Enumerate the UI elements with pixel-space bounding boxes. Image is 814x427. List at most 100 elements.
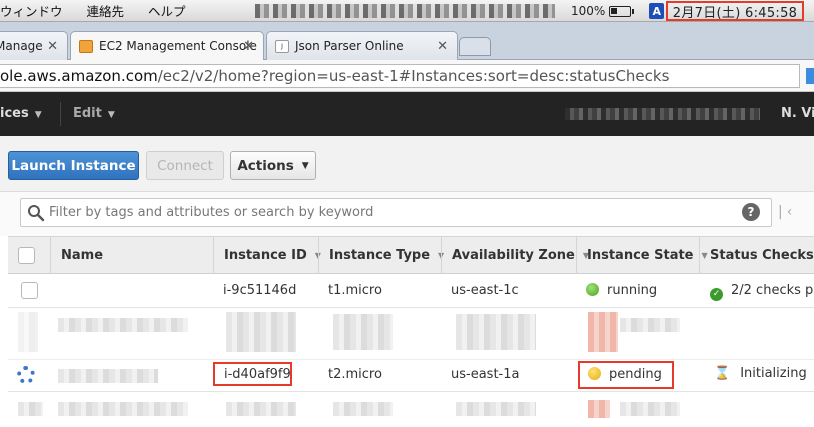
tab-manage[interactable]: Manage ✕	[0, 31, 68, 60]
row-checkbox[interactable]	[21, 282, 38, 299]
filter-row: Filter by tags and attributes or search …	[0, 192, 814, 236]
redacted-menubar-icons	[255, 4, 555, 18]
redacted-cell	[620, 318, 680, 332]
nav-divider	[60, 102, 61, 126]
col-instance-state[interactable]: Instance State ▼	[576, 237, 708, 274]
redacted-name	[58, 369, 158, 383]
tab-label: EC2 Management Console	[99, 39, 257, 53]
new-tab-button[interactable]	[459, 37, 491, 56]
hourglass-icon: ⌛	[714, 366, 731, 381]
chevron-down-icon: ▼	[34, 110, 42, 120]
col-name-label: Name	[61, 248, 104, 263]
services-label: ices	[0, 106, 29, 121]
first-page-icon[interactable]: |‹	[778, 204, 796, 220]
instances-table-header: Name Instance ID ▼ Instance Type ▼ Availab…	[8, 236, 814, 274]
availability-zone: us-east-1c	[451, 283, 519, 298]
state-label: running	[607, 283, 658, 298]
menu-window[interactable]: ウィンドウ	[0, 1, 63, 20]
tab-ec2-console[interactable]: EC2 Management Console ✕	[70, 31, 264, 60]
battery-percent: 100%	[571, 4, 606, 18]
redacted-cell	[58, 402, 188, 416]
actions-label: Actions	[237, 157, 294, 174]
search-icon	[28, 205, 45, 222]
launch-instance-button[interactable]: Launch Instance	[8, 151, 139, 180]
status-checks: ⌛ Initializing	[714, 366, 807, 381]
redacted-rows	[8, 392, 814, 427]
select-all-cell	[8, 237, 50, 274]
check-icon: ✓	[710, 288, 723, 301]
redacted-cell	[456, 314, 536, 350]
chevron-down-icon: ▼	[301, 160, 309, 171]
menubar-status-area: 100% A	[571, 0, 665, 22]
connect-button: Connect	[146, 151, 224, 180]
filter-placeholder: Filter by tags and attributes or search …	[49, 205, 374, 220]
col-state-label: Instance State	[587, 248, 694, 263]
close-tab-icon[interactable]: ✕	[47, 39, 58, 54]
url-host: ole.aws.amazon.com	[0, 67, 158, 85]
instance-state-highlight	[578, 361, 674, 389]
services-menu[interactable]: ices ▼	[0, 106, 42, 121]
redacted-cell	[588, 312, 618, 352]
menu-help[interactable]: ヘルプ	[148, 1, 186, 20]
menubar-clock[interactable]: 2月7日(土) 6:45:58	[666, 1, 804, 21]
col-instance-type-label: Instance Type	[329, 248, 431, 263]
instance-id-highlight	[213, 362, 292, 386]
instance-type: t2.micro	[328, 367, 382, 382]
actions-dropdown[interactable]: Actions ▼	[230, 151, 316, 180]
close-tab-icon[interactable]: ✕	[243, 39, 254, 54]
address-bar-row: ole.aws.amazon.com/ec2/v2/home?region=us…	[0, 60, 814, 92]
filter-input[interactable]: Filter by tags and attributes or search …	[20, 198, 772, 227]
redacted-cell	[588, 400, 610, 418]
chevron-down-icon: ▼	[107, 110, 115, 120]
col-zone-label: Availability Zone	[452, 248, 575, 263]
redacted-cell	[620, 402, 680, 416]
redacted-cell	[18, 402, 43, 416]
loading-spinner-icon	[17, 366, 35, 384]
json-favicon-icon: J	[275, 39, 289, 53]
url-field[interactable]: ole.aws.amazon.com/ec2/v2/home?region=us…	[0, 64, 800, 88]
instance-state: running	[586, 283, 657, 298]
col-instance-type[interactable]: Instance Type ▼	[318, 237, 444, 274]
close-tab-icon[interactable]: ✕	[437, 39, 448, 54]
help-icon[interactable]: ?	[742, 203, 760, 221]
availability-zone: us-east-1a	[451, 367, 520, 382]
redacted-rows	[8, 308, 814, 360]
redacted-cell	[333, 314, 393, 350]
tab-label: Json Parser Online	[295, 39, 404, 53]
redacted-cell	[333, 402, 393, 416]
col-instance-id[interactable]: Instance ID ▼	[213, 237, 321, 274]
instance-type: t1.micro	[328, 283, 382, 298]
col-availability-zone[interactable]: Availability Zone ▼	[441, 237, 589, 274]
redacted-cell	[456, 402, 536, 416]
menu-contacts[interactable]: 連絡先	[87, 1, 125, 20]
instance-action-bar: Launch Instance Connect Actions ▼	[0, 136, 814, 192]
tab-label: Manage	[0, 39, 43, 53]
url-path: /ec2/v2/home?region=us-east-1#Instances:…	[157, 67, 670, 85]
status-label: 2/2 checks pa	[731, 283, 814, 298]
table-row[interactable]: i-d40af9f9 t2.micro us-east-1a pending ⌛…	[8, 360, 814, 392]
extension-icon[interactable]	[806, 68, 814, 84]
aws-top-nav: ices ▼ Edit ▼ N. Vir	[0, 92, 814, 136]
tab-json-parser[interactable]: J Json Parser Online ✕	[266, 31, 458, 60]
browser-tab-bar: Manage ✕ EC2 Management Console ✕ J Json…	[0, 22, 814, 60]
redacted-cell	[226, 402, 296, 416]
col-instance-id-label: Instance ID	[224, 248, 307, 263]
redacted-cell	[18, 312, 38, 352]
redacted-cell	[226, 312, 296, 352]
input-mode-icon[interactable]: A	[649, 3, 665, 19]
battery-icon	[609, 5, 635, 17]
redacted-account-name	[565, 108, 760, 120]
status-checks: ✓ 2/2 checks pa	[710, 283, 814, 301]
aws-cube-icon	[79, 39, 93, 53]
edit-menu[interactable]: Edit ▼	[73, 106, 115, 121]
col-status-checks[interactable]: Status Checks	[699, 237, 814, 274]
edit-label: Edit	[73, 106, 102, 121]
region-menu[interactable]: N. Vir	[781, 106, 814, 121]
instance-id: i-9c51146d	[223, 283, 297, 298]
redacted-cell	[58, 318, 188, 332]
col-name[interactable]: Name	[50, 237, 213, 274]
col-status-label: Status Checks	[710, 248, 814, 263]
status-label: Initializing	[740, 366, 807, 381]
select-all-checkbox[interactable]	[18, 247, 35, 264]
table-row[interactable]: i-9c51146d t1.micro us-east-1c running ✓…	[8, 274, 814, 308]
